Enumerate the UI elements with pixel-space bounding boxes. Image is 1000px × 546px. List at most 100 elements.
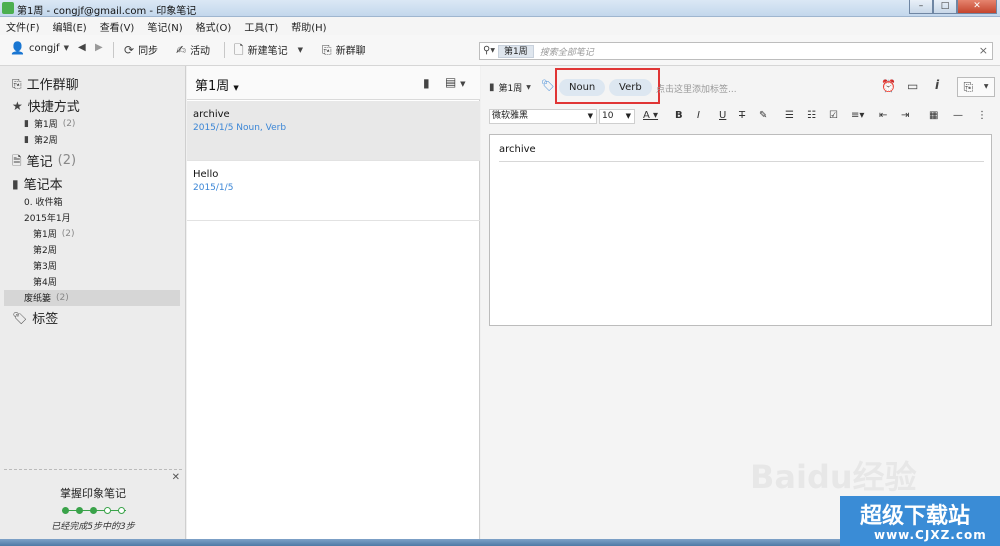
notebook-selector[interactable]: ▮ 第1周 ▼ — [489, 81, 531, 95]
note-editor: ▮ 第1周 ▼ 🏷 Noun Verb 点击这里添加标签... ⏰ ▭ i ⎘ ▼… — [481, 66, 1000, 546]
watermark-line1: 超级下载站 — [860, 504, 971, 529]
notebook-label: 废纸篓 — [24, 294, 52, 304]
new-note-icon: 🗋 — [234, 42, 244, 57]
font-family-select[interactable]: 微软雅黑 ▼ — [489, 109, 597, 124]
windows-taskbar — [0, 539, 840, 546]
notebook-icon: ▮ — [24, 134, 29, 145]
note-list-item[interactable]: Hello 2015/1/5 — [187, 161, 480, 221]
sidebar-item-shortcuts[interactable]: ★ 快捷方式 — [12, 96, 80, 116]
note-list-title-text: 第1周 — [195, 79, 230, 94]
sidebar-item-notes[interactable]: 🗎 笔记 (2) — [12, 151, 76, 170]
close-window-button[interactable]: ✕ — [957, 0, 997, 14]
note-body[interactable]: archive — [489, 134, 992, 326]
bullet-list-icon[interactable]: ☰ — [785, 110, 794, 121]
share-icon[interactable]: ▮ — [423, 76, 430, 90]
evernote-app-icon — [2, 2, 14, 14]
step-dot — [62, 507, 69, 514]
window-title: 第1周 - congjf@gmail.com - 印象笔记 — [17, 6, 197, 17]
highlighter-icon[interactable]: ✎ — [759, 110, 767, 121]
user-icon: 👤 — [10, 41, 25, 55]
strikethrough-button[interactable]: T — [739, 110, 745, 121]
notebook-week-4[interactable]: 第4周 — [33, 275, 57, 288]
menu-tools[interactable]: 工具(T) — [244, 19, 278, 34]
annotation-highlight-box — [555, 68, 660, 104]
user-name: congjf — [28, 42, 60, 54]
sidebar-item-notebooks[interactable]: ▮ 笔记本 — [12, 174, 63, 194]
menu-format[interactable]: 格式(O) — [196, 19, 232, 34]
sync-button[interactable]: ⟳ 同步 — [124, 42, 158, 58]
font-size-select[interactable]: 10 ▼ — [599, 109, 635, 124]
checkbox-icon[interactable]: ☑ — [829, 110, 838, 121]
bold-button[interactable]: B — [675, 110, 683, 121]
underline-button[interactable]: U — [719, 110, 726, 121]
horizontal-rule-icon[interactable]: — — [953, 110, 963, 121]
reminder-icon[interactable]: ⏰ — [881, 80, 896, 92]
back-button[interactable]: ◀ — [78, 42, 86, 54]
chevron-down-icon: ▼ — [63, 44, 69, 52]
add-tag-input[interactable]: 点击这里添加标签... — [656, 82, 737, 95]
note-title-field[interactable]: archive — [499, 144, 536, 155]
notebook-count: (2) — [61, 228, 75, 239]
menu-file[interactable]: 文件(F) — [6, 19, 40, 34]
notebook-trash[interactable]: 废纸篓 (2) — [24, 291, 69, 305]
notebook-label: 第3周 — [33, 262, 57, 272]
indent-left-icon[interactable]: ⇤ — [879, 110, 887, 121]
numbered-list-icon[interactable]: ☷ — [807, 110, 816, 121]
notebook-week-3[interactable]: 第3周 — [33, 259, 57, 272]
forward-button[interactable]: ▶ — [95, 42, 103, 54]
maximize-button[interactable]: □ — [933, 0, 957, 14]
new-note-label: 新建笔记 — [247, 46, 288, 57]
close-icon[interactable]: ✕ — [172, 472, 180, 483]
note-list-title[interactable]: 第1周 ▼ — [195, 75, 239, 94]
table-icon[interactable]: ▦ — [929, 110, 938, 121]
note-list-item[interactable]: archive 2015/1/5 Noun, Verb — [187, 101, 480, 161]
sidebar-item-tags[interactable]: 🏷 标签 — [12, 308, 58, 328]
search-box[interactable]: ⚲ ▼ 第1周 搜索全部笔记 × — [479, 42, 993, 60]
presentation-icon[interactable]: ▭ — [907, 80, 918, 92]
sidebar-label: 笔记 — [26, 155, 53, 170]
minimize-button[interactable]: – — [909, 0, 933, 14]
activity-icon: ✍ — [176, 42, 187, 57]
share-icon: ⎘ — [963, 80, 974, 94]
notebook-stack[interactable]: 2015年1月 — [24, 211, 71, 224]
font-color-button[interactable]: A ▾ — [643, 110, 658, 121]
shortcut-item[interactable]: ▮ 第1周 (2) — [24, 117, 75, 131]
shortcut-item[interactable]: ▮ 第2周 — [24, 133, 58, 147]
sidebar: ⎘ 工作群聊 ★ 快捷方式 ▮ 第1周 (2) ▮ 第2周 🗎 笔记 (2) ▮ 笔记本 0. … — [0, 66, 186, 546]
new-chat-button[interactable]: ⎘ 新群聊 — [322, 42, 366, 58]
title-bar: 第1周 - congjf@gmail.com - 印象笔记 – □ ✕ — [0, 0, 1000, 17]
menu-edit[interactable]: 编辑(E) — [53, 19, 87, 34]
tips-subtitle: 已经完成5步中的3步 — [51, 522, 135, 532]
note-title: archive — [193, 109, 230, 120]
menu-note[interactable]: 笔记(N) — [147, 19, 182, 34]
indent-right-icon[interactable]: ⇥ — [901, 110, 909, 121]
chevron-down-icon: ▼ — [490, 47, 495, 54]
align-icon[interactable]: ≡▾ — [851, 110, 864, 121]
italic-button[interactable]: I — [697, 110, 700, 121]
share-note-button[interactable]: ⎘ ▼ — [957, 77, 995, 97]
activity-label: 活动 — [190, 46, 211, 57]
view-options-icon[interactable]: ▤ ▼ — [445, 75, 466, 89]
notebook-inbox[interactable]: 0. 收件箱 — [24, 195, 62, 208]
font-value: 微软雅黑 — [492, 111, 529, 121]
clear-search-icon[interactable]: × — [979, 44, 988, 57]
menu-help[interactable]: 帮助(H) — [291, 19, 326, 34]
chevron-down-icon: ▼ — [297, 45, 304, 54]
more-icon[interactable]: ⋮ — [977, 110, 987, 121]
step-dot — [76, 507, 83, 514]
note-meta: 2015/1/5 — [193, 183, 234, 193]
menu-view[interactable]: 查看(V) — [100, 19, 135, 34]
search-input[interactable]: 搜索全部笔记 — [540, 45, 594, 58]
notebook-week-1[interactable]: 第1周 (2) — [33, 227, 75, 241]
notebook-icon: ▮ — [24, 118, 29, 129]
new-note-button[interactable]: 🗋 新建笔记 ▼ — [234, 42, 304, 58]
user-menu-button[interactable]: 👤 congjf ▼ — [10, 42, 69, 54]
trash-count: (2) — [56, 292, 69, 303]
search-scope-chip[interactable]: 第1周 — [497, 44, 534, 58]
activity-button[interactable]: ✍ 活动 — [176, 42, 211, 58]
info-icon[interactable]: i — [935, 79, 939, 91]
notebook-week-2[interactable]: 第2周 — [33, 243, 57, 256]
sidebar-item-work-chat[interactable]: ⎘ 工作群聊 — [12, 74, 79, 94]
getting-started-panel: ✕ 掌握印象笔记 已经完成5步中的3步 — [4, 469, 182, 539]
size-value: 10 — [602, 111, 614, 121]
